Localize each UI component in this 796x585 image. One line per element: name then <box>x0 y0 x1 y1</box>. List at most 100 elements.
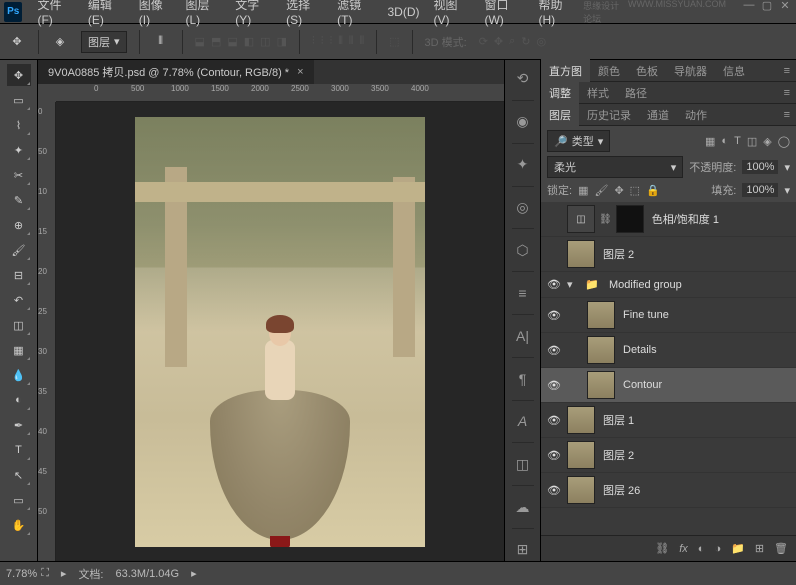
crop-tool[interactable]: ✂ <box>7 164 31 186</box>
align-hcenter-icon[interactable]: ◫ <box>260 35 270 48</box>
wand-tool[interactable]: ✦ <box>7 139 31 161</box>
dist-icon[interactable]: ⫴ <box>338 35 343 48</box>
align-left-icon[interactable]: ◧ <box>244 35 254 48</box>
visibility-toggle[interactable]: 👁 <box>545 278 563 291</box>
link-layers-icon[interactable]: ⛓ <box>655 542 669 555</box>
layer-row[interactable]: 👁 图层 2 <box>541 237 796 272</box>
filter-shape-icon[interactable]: ◫ <box>747 135 757 148</box>
lock-transparent-icon[interactable]: ▦ <box>578 184 588 197</box>
visibility-toggle[interactable]: 👁 <box>545 213 563 226</box>
dock-cc-icon[interactable]: ☁ <box>511 496 535 518</box>
align-right-icon[interactable]: ◨ <box>277 35 287 48</box>
layer-thumb[interactable] <box>567 441 595 469</box>
zoom-expand-icon[interactable]: ⛶ <box>41 567 49 580</box>
layer-folder[interactable]: 👁 ▾ 📁 Modified group <box>541 272 796 298</box>
panel-menu-icon[interactable]: ≡ <box>778 109 796 121</box>
panel-menu-icon[interactable]: ≡ <box>778 65 796 77</box>
lock-all-icon[interactable]: 🔒 <box>646 184 660 197</box>
dock-character-icon[interactable]: A| <box>511 325 535 347</box>
fill-value[interactable]: 100% <box>742 183 778 197</box>
adjustment-icon[interactable]: ◑ <box>714 543 721 555</box>
3d-icon[interactable]: ◎ <box>537 35 547 48</box>
lock-artboard-icon[interactable]: ⬚ <box>630 184 640 197</box>
dock-glyph-icon[interactable]: A <box>511 411 535 433</box>
layer-name[interactable]: Contour <box>623 379 662 391</box>
layer-name[interactable]: 图层 1 <box>603 412 634 428</box>
menu-view[interactable]: 视图(V) <box>426 0 477 27</box>
tab-info[interactable]: 信息 <box>715 59 753 83</box>
menu-3d[interactable]: 3D(D) <box>380 5 426 19</box>
minimize-button[interactable]: — <box>742 0 756 25</box>
tab-navigator[interactable]: 导航器 <box>666 59 715 83</box>
menu-window[interactable]: 窗口(W) <box>477 0 531 27</box>
autoselect-icon[interactable]: ◈ <box>51 33 69 51</box>
dist-icon[interactable]: ⫶ <box>312 35 315 48</box>
visibility-toggle[interactable]: 👁 <box>545 344 563 357</box>
dock-icon[interactable]: ⊞ <box>511 539 535 561</box>
layer-thumb[interactable] <box>567 476 595 504</box>
tab-channels[interactable]: 通道 <box>639 103 677 127</box>
fill-chevron-icon[interactable]: ▾ <box>784 184 790 197</box>
tab-paths[interactable]: 路径 <box>617 81 655 105</box>
brush-tool[interactable]: 🖌 <box>7 239 31 261</box>
zoom-field[interactable]: 7.78% ⛶ <box>6 567 49 580</box>
layer-row[interactable]: 👁 ◫ ⛓ 色相/饱和度 1 <box>541 202 796 237</box>
dock-icon[interactable]: ◉ <box>511 111 535 133</box>
dock-icon[interactable]: ⟲ <box>511 68 535 90</box>
eraser-tool[interactable]: ◫ <box>7 314 31 336</box>
layer-thumb[interactable] <box>587 371 615 399</box>
fx-icon[interactable]: fx <box>679 543 688 555</box>
move-tool-icon[interactable]: ✥ <box>8 33 26 51</box>
lasso-tool[interactable]: ⌇ <box>7 114 31 136</box>
close-button[interactable]: ✕ <box>778 0 792 25</box>
blur-tool[interactable]: 💧 <box>7 364 31 386</box>
dock-paragraph-icon[interactable]: ¶ <box>511 368 535 390</box>
dock-icon[interactable]: ⬡ <box>511 239 535 261</box>
tab-histogram[interactable]: 直方图 <box>541 59 590 83</box>
layer-row[interactable]: 👁 Fine tune <box>541 298 796 333</box>
tab-color[interactable]: 颜色 <box>590 59 628 83</box>
filter-type-dropdown[interactable]: 🔎 类型 ▾ <box>547 130 610 152</box>
layer-name[interactable]: 色相/饱和度 1 <box>652 211 719 227</box>
marquee-tool[interactable]: ▭ <box>7 89 31 111</box>
visibility-toggle[interactable]: 👁 <box>545 309 563 322</box>
lock-position-icon[interactable]: ✥ <box>614 184 623 197</box>
visibility-toggle[interactable]: 👁 <box>545 248 563 261</box>
align-top-icon[interactable]: ⬓ <box>195 35 205 48</box>
tab-history[interactable]: 历史记录 <box>579 103 639 127</box>
menu-filter[interactable]: 滤镜(T) <box>330 0 380 27</box>
filter-smart-icon[interactable]: ◈ <box>763 135 771 148</box>
3d-orbit-icon[interactable]: ⟳ <box>479 35 488 48</box>
maximize-button[interactable]: ▢ <box>760 0 774 25</box>
document-tab[interactable]: 9V0A0885 拷贝.psd @ 7.78% (Contour, RGB/8)… <box>38 60 314 84</box>
visibility-toggle[interactable]: 👁 <box>545 484 563 497</box>
gradient-tool[interactable]: ▦ <box>7 339 31 361</box>
filter-type-icon[interactable]: T <box>734 135 741 148</box>
dist-icon[interactable]: ⫴ <box>359 35 364 48</box>
tab-swatches[interactable]: 色板 <box>628 59 666 83</box>
menu-help[interactable]: 帮助(H) <box>532 0 584 27</box>
filter-toggle-icon[interactable]: ◯ <box>778 135 790 148</box>
layer-thumb[interactable] <box>587 336 615 364</box>
misc-icon[interactable]: ⬚ <box>389 35 399 48</box>
layer-row-selected[interactable]: 👁 Contour <box>541 368 796 403</box>
filter-pixel-icon[interactable]: ▦ <box>705 135 715 148</box>
mask-icon[interactable]: ◐ <box>698 543 705 555</box>
panel-menu-icon[interactable]: ≡ <box>778 87 796 99</box>
blend-mode-dropdown[interactable]: 柔光▾ <box>547 156 683 178</box>
group-icon[interactable]: 📁 <box>731 542 745 555</box>
dock-icon[interactable]: ◎ <box>511 196 535 218</box>
doc-size[interactable]: 63.3M/1.04G <box>116 568 180 580</box>
dock-icon[interactable]: ◫ <box>511 453 535 475</box>
dist-icon[interactable]: ⫶ <box>329 35 332 48</box>
3d-rotate-icon[interactable]: ↻ <box>521 35 530 48</box>
move-tool[interactable]: ✥ <box>7 64 31 86</box>
tab-styles[interactable]: 样式 <box>579 81 617 105</box>
menu-image[interactable]: 图像(I) <box>132 0 179 27</box>
new-layer-icon[interactable]: ⊞ <box>755 542 764 555</box>
align-vcenter-icon[interactable]: ⬒ <box>211 35 221 48</box>
canvas[interactable] <box>56 102 504 561</box>
type-tool[interactable]: T <box>7 439 31 461</box>
tab-close-icon[interactable]: × <box>297 66 303 78</box>
pen-tool[interactable]: ✒ <box>7 414 31 436</box>
